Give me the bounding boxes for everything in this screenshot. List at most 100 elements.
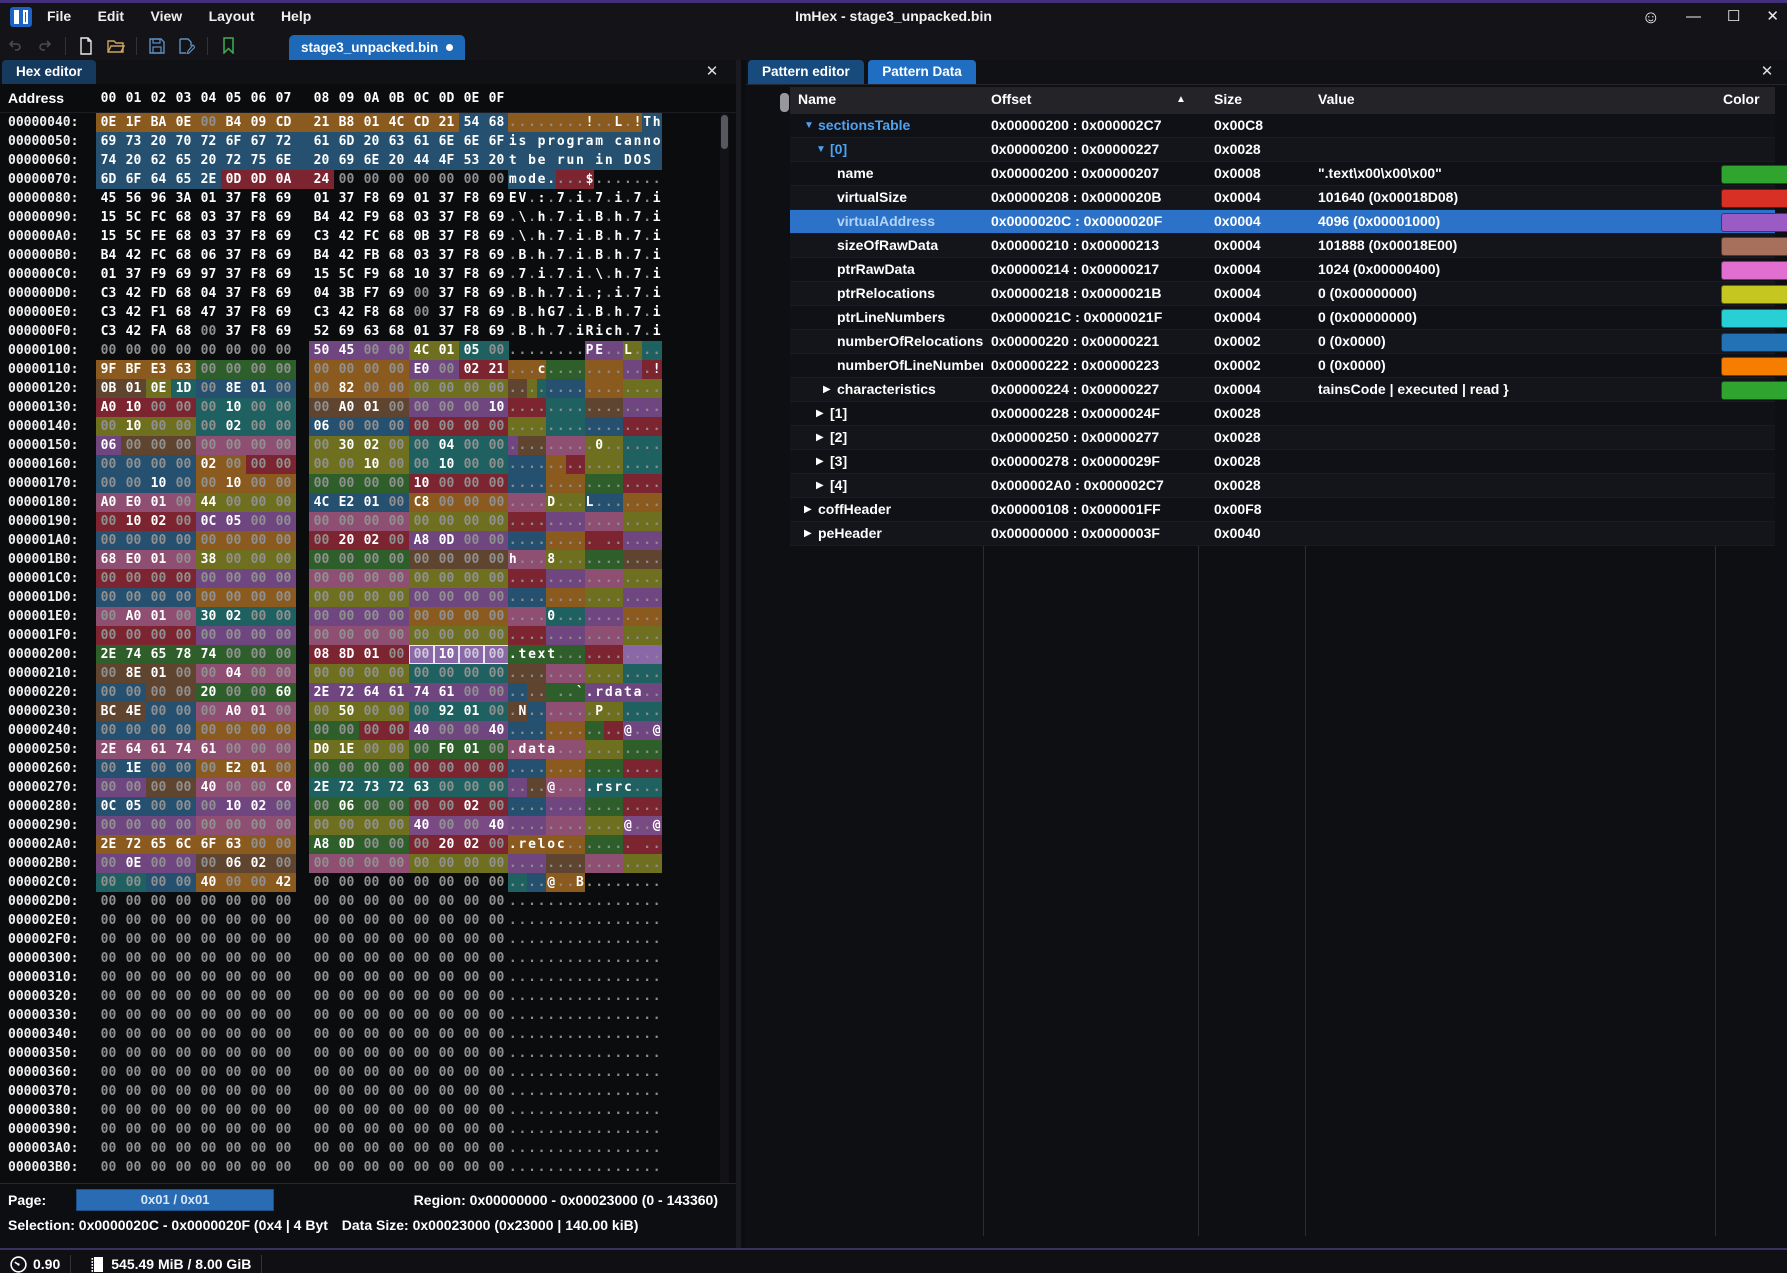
hex-byte[interactable]: 00 (196, 1025, 221, 1044)
hex-byte[interactable]: 69 (271, 322, 296, 341)
hex-byte[interactable]: 00 (384, 436, 409, 455)
ascii-char[interactable]: . (527, 341, 537, 360)
hex-byte[interactable]: 52 (309, 322, 334, 341)
ascii-char[interactable]: . (537, 702, 547, 721)
ascii-char[interactable]: 7 (556, 227, 566, 246)
hex-byte[interactable]: 00 (334, 360, 359, 379)
hex-byte[interactable]: 00 (359, 759, 384, 778)
pattern-row-ptrLineNumbers[interactable]: ptrLineNumbers0x0000021C : 0x0000021F0x0… (790, 306, 1775, 330)
hex-byte[interactable]: 00 (121, 683, 146, 702)
ascii-char[interactable]: . (527, 455, 537, 474)
hex-byte[interactable]: 00 (434, 1139, 459, 1158)
hex-byte[interactable]: 00 (484, 341, 509, 360)
hex-byte[interactable]: 70 (171, 132, 196, 151)
ascii-char[interactable]: . (546, 1139, 556, 1158)
ascii-char[interactable]: . (623, 1101, 633, 1120)
hex-byte[interactable]: A0 (96, 398, 121, 417)
ascii-char[interactable]: . (614, 835, 624, 854)
col-header-size[interactable]: Size (1214, 91, 1242, 107)
hex-byte[interactable]: 2E (196, 170, 221, 189)
ascii-char[interactable]: . (575, 512, 585, 531)
ascii-char[interactable]: . (594, 1158, 604, 1177)
ascii-char[interactable]: . (614, 1044, 624, 1063)
hex-byte[interactable]: 00 (384, 911, 409, 930)
hex-byte[interactable]: 00 (409, 588, 434, 607)
ascii-char[interactable]: . (604, 303, 614, 322)
hex-byte[interactable]: 47 (196, 303, 221, 322)
ascii-char[interactable]: . (556, 360, 566, 379)
ascii-char[interactable]: . (508, 512, 518, 531)
hex-byte[interactable]: 00 (271, 949, 296, 968)
ascii-char[interactable]: p (537, 132, 547, 151)
ascii-char[interactable]: . (537, 987, 547, 1006)
hex-byte[interactable]: B4 (309, 208, 334, 227)
hex-byte[interactable]: 8D (334, 645, 359, 664)
menu-edit[interactable]: Edit (87, 3, 135, 29)
hex-byte[interactable]: 00 (221, 645, 246, 664)
hex-byte[interactable]: 4C (409, 341, 434, 360)
ascii-char[interactable]: h (614, 246, 624, 265)
ascii-char[interactable]: . (537, 911, 547, 930)
hex-byte[interactable]: 64 (146, 170, 171, 189)
hex-byte[interactable]: 00 (384, 740, 409, 759)
ascii-char[interactable]: . (642, 873, 652, 892)
ascii-char[interactable]: . (566, 778, 576, 797)
hex-byte[interactable]: 00 (146, 854, 171, 873)
ascii-char[interactable]: . (642, 360, 652, 379)
hex-byte[interactable]: 8E (121, 664, 146, 683)
ascii-char[interactable]: B (594, 208, 604, 227)
hex-byte[interactable]: 00 (96, 1139, 121, 1158)
ascii-char[interactable]: . (508, 1063, 518, 1082)
ascii-char[interactable]: . (642, 170, 652, 189)
ascii-char[interactable]: . (633, 417, 643, 436)
ascii-char[interactable]: . (585, 189, 595, 208)
hex-byte[interactable]: 00 (196, 626, 221, 645)
ascii-char[interactable]: . (566, 1044, 576, 1063)
ascii-char[interactable]: . (566, 189, 576, 208)
hex-byte[interactable]: 02 (246, 797, 271, 816)
hex-byte[interactable]: 6E (271, 151, 296, 170)
hex-byte[interactable]: 10 (434, 455, 459, 474)
ascii-char[interactable]: 7 (633, 208, 643, 227)
hex-byte[interactable]: 00 (409, 1006, 434, 1025)
ascii-char[interactable]: . (556, 930, 566, 949)
ascii-char[interactable]: . (518, 113, 528, 132)
hex-byte[interactable]: 00 (384, 360, 409, 379)
ascii-char[interactable]: . (566, 1082, 576, 1101)
hex-byte[interactable]: 21 (309, 113, 334, 132)
ascii-char[interactable]: . (518, 1158, 528, 1177)
hex-byte[interactable]: 69 (484, 227, 509, 246)
hex-byte[interactable]: 1F (121, 113, 146, 132)
ascii-char[interactable]: . (537, 436, 547, 455)
ascii-char[interactable]: . (594, 911, 604, 930)
hex-byte[interactable]: 92 (434, 702, 459, 721)
hex-byte[interactable]: F8 (359, 189, 384, 208)
ascii-char[interactable]: . (642, 759, 652, 778)
ascii-char[interactable]: . (594, 930, 604, 949)
ascii-char[interactable]: h (537, 227, 547, 246)
ascii-char[interactable]: . (556, 550, 566, 569)
ascii-char[interactable]: @ (652, 816, 662, 835)
ascii-char[interactable]: . (604, 740, 614, 759)
ascii-char[interactable]: . (508, 493, 518, 512)
ascii-char[interactable]: . (518, 493, 528, 512)
hex-byte[interactable]: 6F (196, 835, 221, 854)
hex-byte[interactable]: 00 (359, 949, 384, 968)
hex-byte[interactable]: 00 (309, 759, 334, 778)
ascii-char[interactable]: . (546, 113, 556, 132)
hex-byte[interactable]: 69 (271, 303, 296, 322)
ascii-char[interactable]: . (508, 778, 518, 797)
ascii-char[interactable]: . (585, 911, 595, 930)
ascii-char[interactable]: . (642, 322, 652, 341)
hex-byte[interactable]: 00 (359, 379, 384, 398)
hex-byte[interactable]: 0E (146, 379, 171, 398)
ascii-char[interactable]: . (614, 1025, 624, 1044)
hex-byte[interactable]: 61 (409, 132, 434, 151)
ascii-char[interactable]: . (556, 455, 566, 474)
ascii-char[interactable]: . (556, 1120, 566, 1139)
hex-byte[interactable]: 40 (484, 721, 509, 740)
hex-byte[interactable]: 00 (171, 341, 196, 360)
ascii-char[interactable]: . (556, 892, 566, 911)
hex-byte[interactable]: 00 (384, 664, 409, 683)
ascii-char[interactable]: . (566, 987, 576, 1006)
